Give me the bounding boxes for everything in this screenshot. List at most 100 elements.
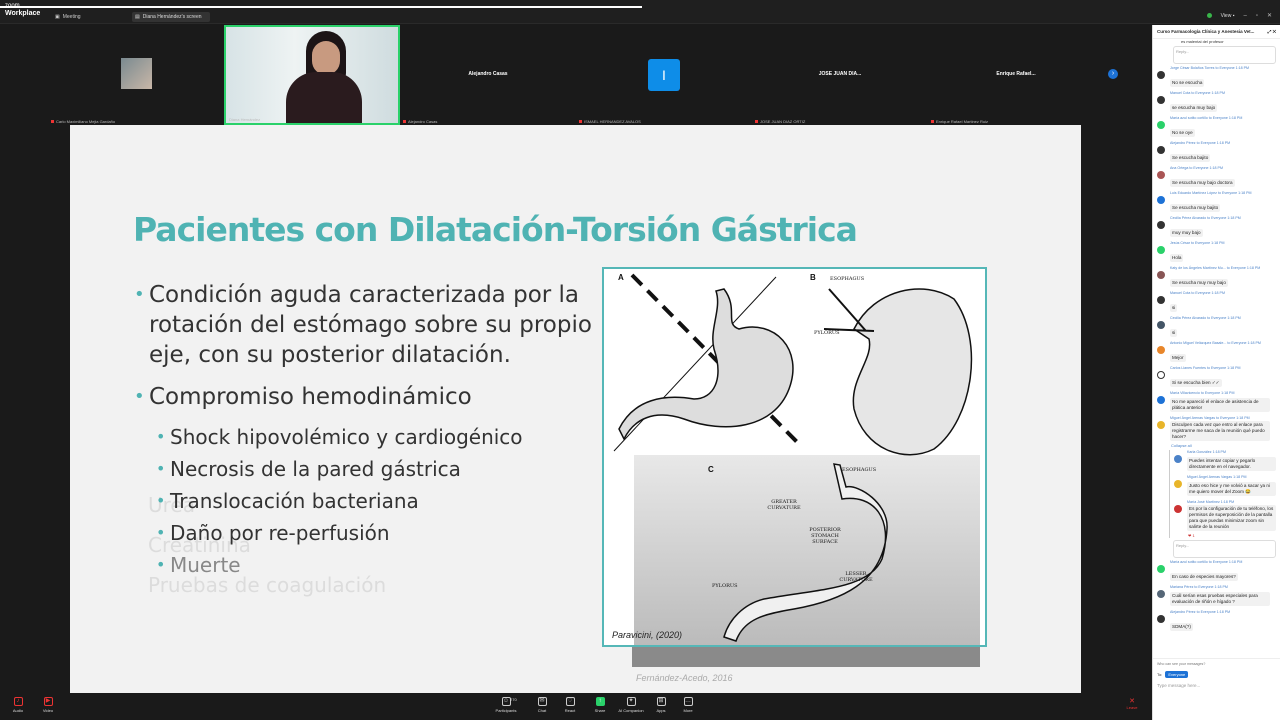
reaction-badge[interactable]: ❤ 1 xyxy=(1170,533,1280,538)
message-sender: Carlos Llanes Fuentes to Everyone 1:18 P… xyxy=(1170,366,1241,370)
brand-bottom: Workplace xyxy=(5,10,41,17)
more-label: More xyxy=(683,708,693,713)
thread-message: Karla González 1:18 PM Puedes intentar co… xyxy=(1170,450,1280,473)
video-button[interactable]: ▶ Video xyxy=(33,697,63,713)
thread-reply-input[interactable]: Reply... xyxy=(1173,540,1276,558)
participant-label: Carlo Maximiliano Mejia Gardaño xyxy=(51,119,115,124)
react-label: React xyxy=(564,708,576,713)
participant-tile[interactable]: I ISMAEL HERNANDEZ AVALOS xyxy=(576,25,752,125)
slide-title: Pacientes con Dilatación-Torsión Gástric… xyxy=(133,210,858,249)
participant-gallery: Carlo Maximiliano Mejia Gardaño Diana He… xyxy=(48,25,1104,125)
panel-letter: C xyxy=(708,465,714,474)
message-text: muy muy bajo xyxy=(1170,229,1203,237)
popout-icon[interactable]: ⤢ ✕ xyxy=(1268,29,1276,34)
message-text: En caso de especies mayores? xyxy=(1170,573,1238,581)
speaker-face xyxy=(312,41,340,75)
message-text: Se escucha bajito xyxy=(1170,154,1211,162)
participant-tile[interactable]: Alejandro Casas Alejandro Casas xyxy=(400,25,576,125)
chat-input[interactable]: Type message here... xyxy=(1153,680,1280,691)
audio-button[interactable]: ♪ Audio xyxy=(3,697,33,713)
ai-companion-button[interactable]: ✦ AI Companion xyxy=(616,697,646,713)
share-screen-tab[interactable]: ▤ Diana Hernández's screen xyxy=(132,12,210,22)
message-sender: Jesús César to Everyone 1:18 PM xyxy=(1170,241,1225,245)
participant-name: JOSE JUAN DIA... xyxy=(818,71,862,77)
apps-label: Apps xyxy=(656,708,666,713)
participant-tile[interactable]: Carlo Maximiliano Mejia Gardaño xyxy=(48,25,224,125)
message-sender: Miguel Ángel Arenas Vargas 1:18 PM xyxy=(1187,475,1247,479)
avatar xyxy=(1157,321,1165,329)
thread-message: María José Martínez 1:18 PM Es por la con… xyxy=(1170,500,1280,533)
chat-button[interactable]: ✉ Chat xyxy=(527,697,557,713)
shared-screen: Pacientes con Dilatación-Torsión Gástric… xyxy=(0,125,1152,695)
chat-message: María azul sotito cortillo to Everyone 1… xyxy=(1153,116,1280,139)
chat-icon: ✉ xyxy=(537,697,547,706)
message-text: SDMA(?) xyxy=(1170,623,1193,631)
sub-bullet-item: Muerte xyxy=(134,552,594,578)
meeting-tab-label: Meeting xyxy=(62,14,81,20)
collapse-thread-link[interactable]: Collapse all xyxy=(1153,443,1280,448)
figure-label: ESOPHAGUS xyxy=(830,276,865,282)
muted-mic-icon xyxy=(51,120,54,123)
avatar xyxy=(1157,396,1165,404)
participant-label: JOSE JUAN DIAZ ORTIZ xyxy=(755,119,805,124)
avatar xyxy=(1157,421,1165,429)
next-page-icon[interactable]: › xyxy=(1108,69,1118,79)
avatar xyxy=(1157,590,1165,598)
close-icon[interactable]: ✕ xyxy=(1267,12,1272,19)
figure-label: ESOPHAGUS xyxy=(842,467,877,473)
muted-mic-icon xyxy=(579,120,582,123)
participant-label-text: Diana Hernández xyxy=(229,117,261,122)
participant-label-text: ISMAEL HERNANDEZ AVALOS xyxy=(584,119,641,124)
participant-label: Enrique Rafael Martinez Ruiz xyxy=(931,119,988,124)
avatar xyxy=(1157,615,1165,623)
figure-label: LESSER CURVATURE xyxy=(839,571,873,583)
chat-message: Antonio Miguel Velázquez Basale... to Ev… xyxy=(1153,341,1280,364)
muted-mic-icon xyxy=(931,120,934,123)
chat-message: Alejandro Pérez to Everyone 1:18 PM Se es… xyxy=(1153,141,1280,164)
presentation-slide: Pacientes con Dilatación-Torsión Gástric… xyxy=(70,125,1081,693)
participant-label-text: JOSE JUAN DIAZ ORTIZ xyxy=(760,119,806,124)
chat-composer: Who can see your messages? To: Everyone … xyxy=(1153,658,1280,720)
avatar xyxy=(1157,96,1165,104)
recipient-dropdown[interactable]: Everyone xyxy=(1165,671,1189,678)
message-text: Se escucha muy muy bajo xyxy=(1170,279,1228,287)
message-text: Se escucha muy bajo doctora xyxy=(1170,179,1235,187)
panel-letter: A xyxy=(618,273,624,282)
more-button[interactable]: … More xyxy=(673,697,703,713)
view-button-label: View xyxy=(1220,12,1232,19)
sub-bullet-item: Shock hipovolémico y cardiogénico xyxy=(134,424,594,450)
muted-mic-icon xyxy=(755,120,758,123)
chat-message: Manuel Cota to Everyone 1:18 PM si xyxy=(1153,291,1280,314)
message-text: si xyxy=(1170,329,1178,337)
avatar xyxy=(1157,71,1165,79)
audio-label: Audio xyxy=(12,708,24,713)
view-button[interactable]: View ▪ xyxy=(1221,13,1235,19)
more-icon: … xyxy=(683,697,693,706)
participant-tile[interactable]: JOSE JUAN DIA... JOSE JUAN DIAZ ORTIZ xyxy=(752,25,928,125)
apps-button[interactable]: ⊞ Apps xyxy=(646,697,676,713)
minimize-icon[interactable]: – xyxy=(1243,13,1246,19)
react-button[interactable]: ♡ React xyxy=(555,697,585,713)
leave-button[interactable]: ✕ Leave xyxy=(1112,697,1152,710)
active-speaker-tile[interactable]: Diana Hernández xyxy=(224,25,400,125)
who-can-see-link[interactable]: Who can see your messages? xyxy=(1153,659,1280,669)
sub-bullet-item: Necrosis de la pared gástrica xyxy=(134,456,594,482)
avatar xyxy=(1157,371,1165,379)
brand-top: zoom xyxy=(5,3,20,9)
meeting-tab[interactable]: ▣ Meeting xyxy=(55,12,81,22)
figure-label: POSTERIOR STOMACH SURFACE xyxy=(809,527,841,545)
maximize-icon[interactable]: ▫ xyxy=(1256,13,1258,19)
message-sender: Karla González 1:18 PM xyxy=(1187,450,1226,454)
chat-message-list: Jorge César Bolaños Torres to Everyone 1… xyxy=(1153,66,1280,443)
message-text: No se escucha xyxy=(1170,79,1205,87)
reply-input[interactable]: Reply... xyxy=(1173,46,1276,64)
share-button[interactable]: ↑ Share xyxy=(585,697,615,713)
security-shield-icon xyxy=(1206,13,1212,18)
figure-credit-secondary: Fernández-Acedo, 2016 xyxy=(636,673,733,683)
reply-thread: Karla González 1:18 PM Puedes intentar co… xyxy=(1169,450,1280,538)
recipient-row: To: Everyone xyxy=(1153,669,1280,680)
heart-icon: ♡ xyxy=(565,697,575,706)
message-sender: María azul sotito cortillo to Everyone 1… xyxy=(1170,116,1243,120)
message-text: si xyxy=(1170,304,1178,312)
participant-tile[interactable]: Enrique Rafael... Enrique Rafael Martine… xyxy=(928,25,1104,125)
